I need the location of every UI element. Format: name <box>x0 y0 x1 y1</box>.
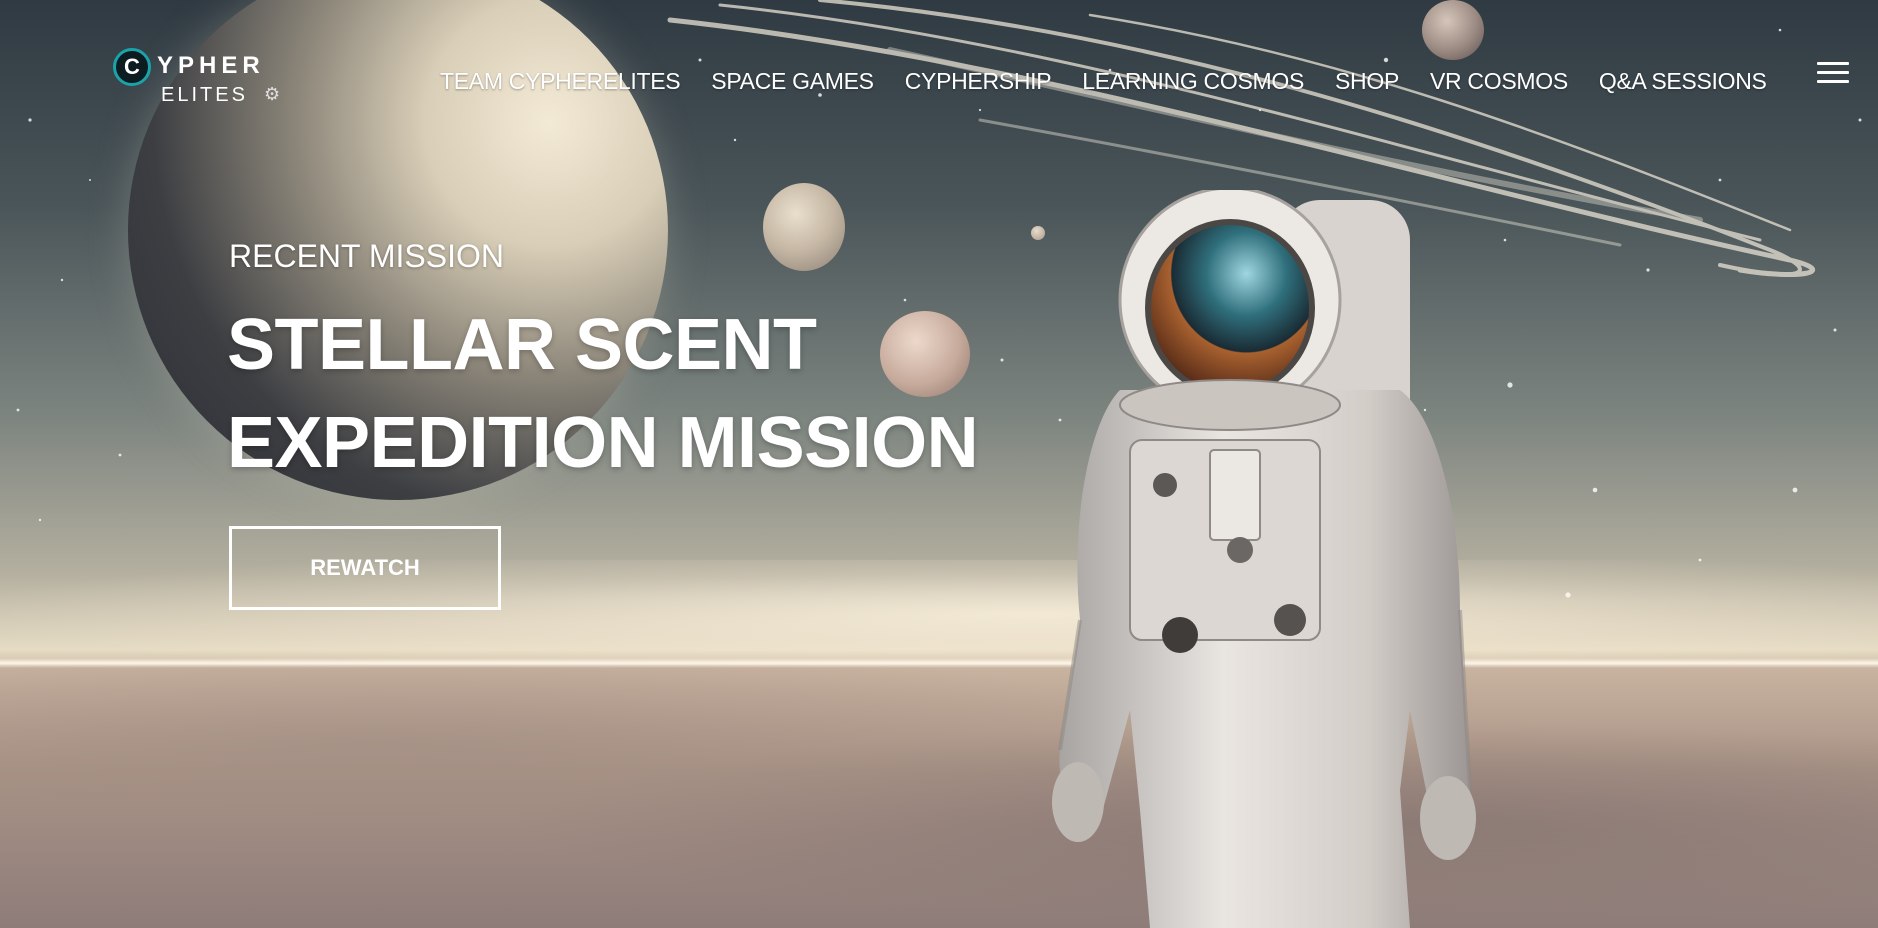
nav-cyphership[interactable]: CYPHERSHIP <box>905 66 1052 96</box>
nav-team-cypherelites[interactable]: TEAM CYPHERELITES <box>440 66 681 96</box>
hero-headline: STELLAR SCENT EXPEDITION MISSION <box>227 296 1047 492</box>
nav-shop[interactable]: SHOP <box>1335 66 1399 96</box>
nav-qa-sessions[interactable]: Q&A SESSIONS <box>1599 66 1767 96</box>
moon-small-1 <box>763 183 845 271</box>
astronaut-illustration <box>1052 190 1476 928</box>
logo-subtitle: ELITES <box>161 84 248 106</box>
rewatch-button[interactable]: REWATCH <box>229 526 501 610</box>
moon-top <box>1422 0 1484 60</box>
hero-headline-line-2: EXPEDITION MISSION <box>227 403 979 483</box>
main-nav: TEAM CYPHERELITES SPACE GAMES CYPHERSHIP… <box>440 66 1767 96</box>
logo-letter: C <box>124 54 140 79</box>
nav-vr-cosmos[interactable]: VR COSMOS <box>1430 66 1568 96</box>
nav-learning-cosmos[interactable]: LEARNING COSMOS <box>1082 66 1304 96</box>
horizon-line <box>0 658 1878 668</box>
planet-surface <box>0 665 1878 928</box>
hamburger-icon[interactable] <box>1817 62 1851 84</box>
nav-space-games[interactable]: SPACE GAMES <box>711 66 874 96</box>
hero-headline-line-1: STELLAR SCENT <box>227 305 817 385</box>
brand-logo[interactable]: C YPHER ELITES ⚙ <box>113 46 293 110</box>
gear-icon: ⚙ <box>264 84 281 104</box>
hero-eyebrow: RECENT MISSION <box>229 238 504 274</box>
logo-name: YPHER <box>157 52 265 79</box>
